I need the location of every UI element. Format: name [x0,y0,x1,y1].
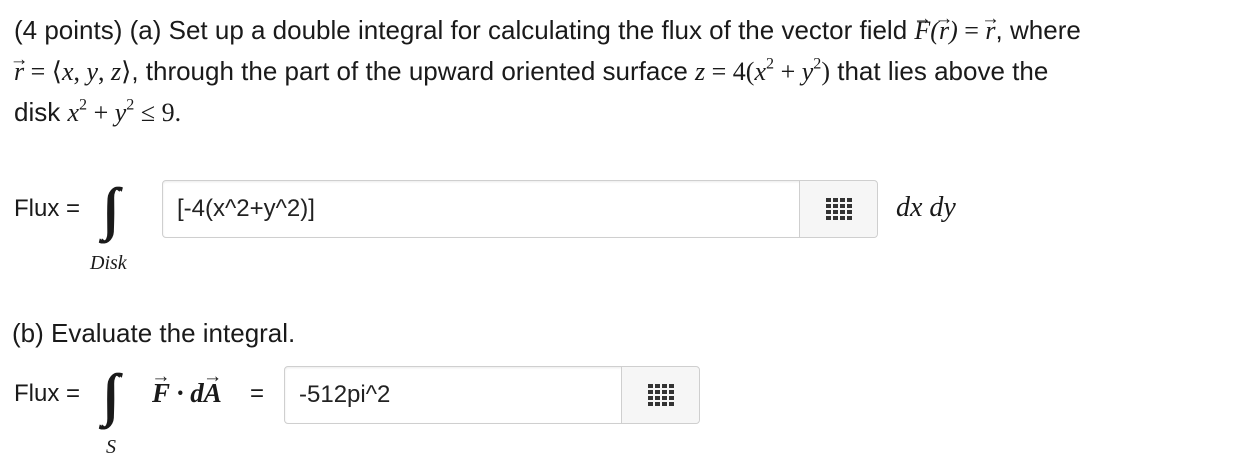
equals-sign: = [250,380,265,407]
part-b-heading: (b) Evaluate the integral. [12,318,296,348]
grid-icon [825,198,852,220]
flux-integrand-input[interactable] [163,181,801,237]
differential-dxdy: dx dy [896,192,956,223]
integral-subscript-disk: Disk [90,252,127,274]
answer-box-a [162,180,878,238]
equation-palette-button-b[interactable] [621,367,699,423]
integrand-f-dot-da: F · dA [152,378,222,409]
integral-subscript-s: S [106,436,116,458]
problem-a-text: (4 points) (a) Set up a double integral … [14,10,1244,133]
grid-icon [647,384,674,406]
flux-value-input[interactable] [285,367,623,423]
flux-b-label: Flux = [14,380,81,407]
answer-box-b [284,366,700,424]
flux-a-label: Flux = [14,195,81,222]
equation-palette-button-a[interactable] [799,181,877,237]
